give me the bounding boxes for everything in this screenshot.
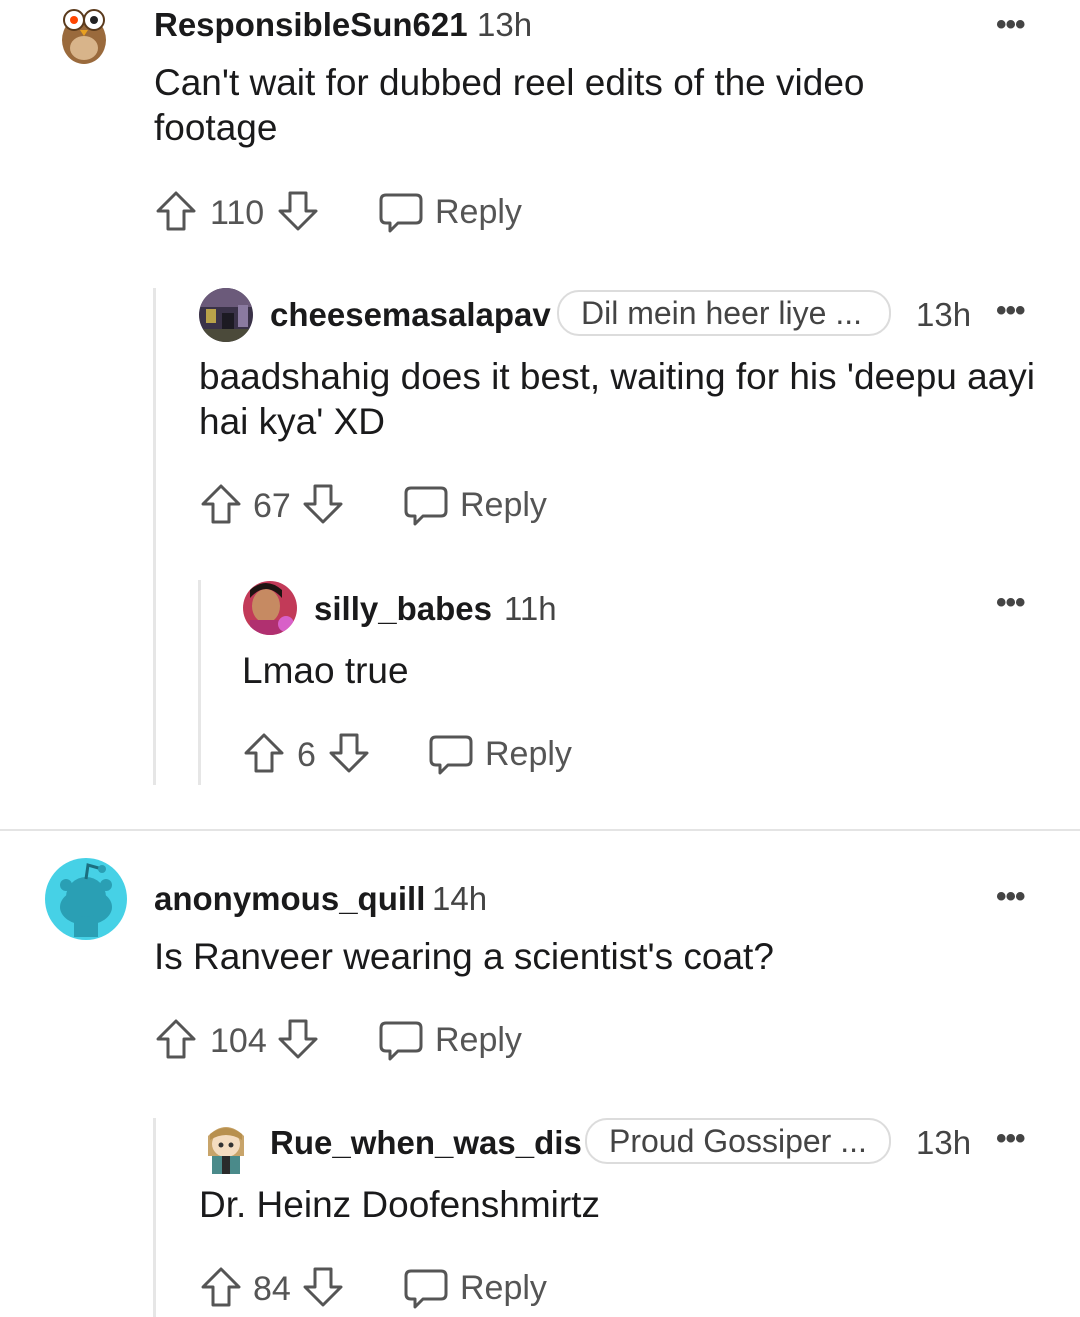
user-flair[interactable]: Proud Gossiper ...	[585, 1118, 891, 1164]
upvote-arrow-icon	[156, 1019, 196, 1059]
avatar[interactable]	[198, 287, 254, 343]
avatar[interactable]	[198, 1116, 254, 1176]
more-options-icon[interactable]: •••	[996, 1122, 1025, 1156]
username[interactable]: anonymous_quill	[154, 880, 425, 918]
username[interactable]: silly_babes	[314, 590, 492, 628]
thread-divider	[0, 829, 1080, 831]
upvote-arrow-icon	[201, 1267, 241, 1307]
upvote-button[interactable]	[242, 731, 286, 775]
upvote-arrow-icon	[156, 191, 196, 231]
thread-line[interactable]	[198, 580, 201, 785]
vote-count: 67	[253, 487, 291, 525]
upvote-arrow-icon	[244, 733, 284, 773]
reply-label: Reply	[460, 486, 547, 524]
owl-snoo-avatar-icon	[62, 9, 106, 64]
upvote-button[interactable]	[154, 1017, 198, 1061]
comment-body: Dr. Heinz Doofenshmirtz	[199, 1184, 600, 1225]
timestamp: 13h	[916, 296, 972, 333]
anime-snoo-avatar-icon	[208, 1127, 244, 1174]
upvote-button[interactable]	[199, 1265, 243, 1309]
comment-body: Can't wait for dubbed reel edits of the …	[154, 62, 865, 148]
downvote-arrow-icon	[278, 191, 318, 231]
reply-button[interactable]: Reply	[378, 190, 528, 234]
vote-count: 84	[253, 1270, 291, 1308]
comment-body: baadshahig does it best, waiting for his…	[199, 356, 1036, 442]
more-options-icon[interactable]: •••	[996, 586, 1025, 620]
timestamp: 13h	[916, 1124, 972, 1161]
username[interactable]: cheesemasalapav	[270, 296, 551, 334]
more-options-icon[interactable]: •••	[996, 8, 1025, 42]
reply-bubble-icon	[404, 1269, 448, 1309]
reply-label: Reply	[435, 193, 522, 231]
username[interactable]: Rue_when_was_dis	[270, 1124, 582, 1162]
timestamp: 11h	[504, 590, 557, 627]
reply-bubble-icon	[379, 1021, 423, 1061]
avatar[interactable]	[44, 857, 128, 941]
timestamp: 13h	[477, 6, 533, 43]
reply-label: Reply	[435, 1021, 522, 1059]
thread-line[interactable]	[153, 288, 156, 785]
reply-bubble-icon	[404, 486, 448, 526]
username[interactable]: ResponsibleSun621	[154, 6, 468, 44]
photo-avatar-icon	[243, 581, 297, 635]
thread-line[interactable]	[153, 1118, 156, 1317]
downvote-button[interactable]	[301, 1265, 345, 1309]
avatar[interactable]	[242, 580, 298, 636]
reply-button[interactable]: Reply	[428, 732, 578, 776]
vote-count: 110	[210, 194, 265, 232]
default-snoo-avatar-icon	[45, 858, 127, 940]
downvote-arrow-icon	[329, 733, 369, 773]
downvote-button[interactable]	[276, 189, 320, 233]
downvote-arrow-icon	[303, 1267, 343, 1307]
more-options-icon[interactable]: •••	[996, 880, 1025, 914]
avatar[interactable]	[52, 0, 116, 68]
user-flair[interactable]: Dil mein heer liye ...	[557, 290, 891, 336]
downvote-arrow-icon	[303, 484, 343, 524]
reply-label: Reply	[485, 735, 572, 773]
reply-button[interactable]: Reply	[378, 1018, 528, 1062]
photo-avatar-icon	[199, 288, 253, 342]
vote-count: 104	[210, 1022, 267, 1060]
upvote-button[interactable]	[199, 482, 243, 526]
reply-button[interactable]: Reply	[403, 1266, 553, 1310]
upvote-arrow-icon	[201, 484, 241, 524]
reply-button[interactable]: Reply	[403, 483, 553, 527]
comment-body: Lmao true	[242, 650, 409, 691]
vote-count: 6	[297, 736, 316, 774]
reply-bubble-icon	[429, 735, 473, 775]
downvote-arrow-icon	[278, 1019, 318, 1059]
upvote-button[interactable]	[154, 189, 198, 233]
downvote-button[interactable]	[327, 731, 371, 775]
reply-label: Reply	[460, 1269, 547, 1307]
downvote-button[interactable]	[301, 482, 345, 526]
reply-bubble-icon	[379, 193, 423, 233]
comment-body: Is Ranveer wearing a scientist's coat?	[154, 936, 774, 977]
timestamp: 14h	[432, 880, 488, 917]
more-options-icon[interactable]: •••	[996, 294, 1025, 328]
downvote-button[interactable]	[276, 1017, 320, 1061]
